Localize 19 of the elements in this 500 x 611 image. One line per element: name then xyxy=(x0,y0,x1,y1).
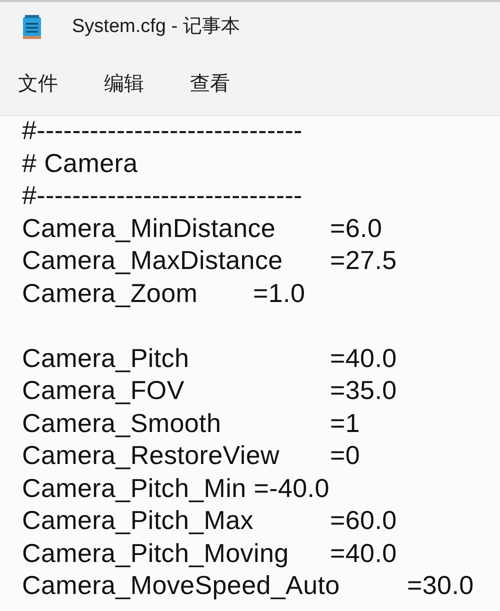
text-line: Camera_Pitch =40.0 xyxy=(22,342,398,374)
text-line: Camera_MinDistance =6.0 xyxy=(22,212,384,244)
text-line: # Camera xyxy=(22,146,139,179)
text-line: Camera_Smooth =1 xyxy=(22,406,362,439)
text-line: #------------------------------ xyxy=(22,179,304,212)
menu-item[interactable]: 查看 xyxy=(188,66,232,100)
text-line: Camera_Zoom =1.0 xyxy=(22,276,306,309)
text-line: Camera_Pitch_Max =60.0 xyxy=(22,504,398,536)
notepad-icon xyxy=(22,14,42,40)
text-line: Camera_RestoreView =0 xyxy=(22,439,362,472)
text-line: Camera_MaxDistance =27.5 xyxy=(22,244,398,276)
menu-item[interactable]: 文件 xyxy=(16,66,60,100)
window-title: System.cfg - 记事本 xyxy=(72,14,240,39)
text-line: Camera_Pitch_Min =-40.0 xyxy=(22,472,330,504)
text-line: #------------------------------ xyxy=(22,116,304,146)
text-line: Camera_MoveSpeed_Auto =30.0 xyxy=(22,569,475,602)
text-line: Camera_Pitch_Moving =40.0 xyxy=(22,536,398,569)
menu-item[interactable]: 编辑 xyxy=(102,66,146,100)
text-line: Camera_FOV =35.0 xyxy=(22,374,398,406)
